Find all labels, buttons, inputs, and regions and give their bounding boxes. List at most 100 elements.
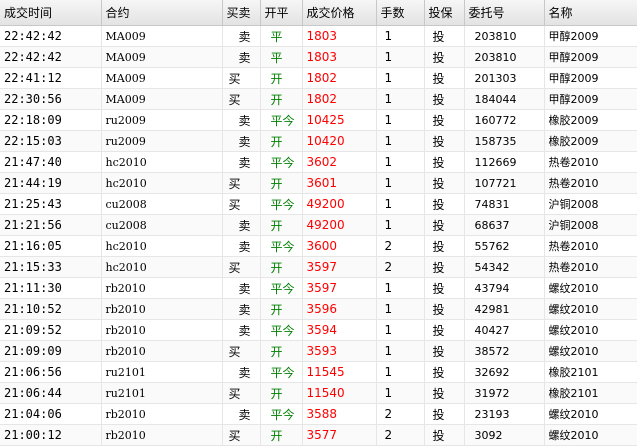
table-row[interactable]: 21:25:43 cu2008 买平今 49200 1 投 74831 沪铜2008	[0, 193, 637, 215]
cell-name: 热卷2010	[544, 235, 637, 257]
table-row[interactable]: 21:04:06 rb2010 卖平今 3588 2 投 23193 螺纹2010	[0, 403, 637, 425]
cell-contract: cu2008	[101, 214, 223, 236]
cell-hedge: 投	[424, 298, 465, 320]
cell-price: 11540	[302, 382, 377, 404]
table-row[interactable]: 22:18:09 ru2009 卖平今 10425 1 投 160772 橡胶2009	[0, 109, 637, 131]
column-header-price[interactable]: 成交价格	[302, 0, 377, 26]
cell-price: 3597	[302, 277, 377, 299]
table-row[interactable]: 21:11:30 rb2010 卖平今 3597 1 投 43794 螺纹2010	[0, 277, 637, 299]
cell-order-id: 203810	[464, 46, 545, 68]
cell-contract: ru2101	[101, 361, 223, 383]
cell-quantity: 1	[376, 382, 425, 404]
cell-quantity: 1	[376, 361, 425, 383]
cell-side: 卖	[222, 298, 261, 320]
cell-name: 甲醇2009	[544, 46, 637, 68]
column-header-order-id[interactable]: 委托号	[464, 0, 545, 26]
cell-quantity: 1	[376, 88, 425, 110]
table-row[interactable]: 21:44:19 hc2010 买开 3601 1 投 107721 热卷2010	[0, 172, 637, 194]
table-row[interactable]: 22:30:56 MA009 买开 1802 1 投 184044 甲醇2009	[0, 88, 637, 110]
cell-side: 买	[222, 424, 261, 446]
table-row[interactable]: 22:41:12 MA009 买开 1802 1 投 201303 甲醇2009	[0, 67, 637, 89]
cell-price: 3594	[302, 319, 377, 341]
cell-contract: rb2010	[101, 277, 223, 299]
column-header-open-close[interactable]: 开平	[260, 0, 303, 26]
cell-price: 10420	[302, 130, 377, 152]
cell-time: 21:06:56	[0, 361, 102, 383]
table-row[interactable]: 21:09:52 rb2010 卖平今 3594 1 投 40427 螺纹2010	[0, 319, 637, 341]
cell-time: 22:42:42	[0, 25, 102, 47]
table-row[interactable]: 21:09:09 rb2010 买开 3593 1 投 38572 螺纹2010	[0, 340, 637, 362]
cell-order-id: 201303	[464, 67, 545, 89]
cell-price: 1803	[302, 25, 377, 47]
cell-contract: ru2009	[101, 109, 223, 131]
cell-order-id: 203810	[464, 25, 545, 47]
cell-side: 卖	[222, 151, 261, 173]
cell-open-close: 开	[260, 88, 303, 110]
cell-name: 螺纹2010	[544, 277, 637, 299]
table-row[interactable]: 21:16:05 hc2010 卖平今 3600 2 投 55762 热卷2010	[0, 235, 637, 257]
cell-hedge: 投	[424, 319, 465, 341]
table-row[interactable]: 22:15:03 ru2009 卖开 10420 1 投 158735 橡胶2009	[0, 130, 637, 152]
cell-open-close: 开	[260, 172, 303, 194]
cell-side: 卖	[222, 25, 261, 47]
cell-order-id: 43794	[464, 277, 545, 299]
cell-time: 21:25:43	[0, 193, 102, 215]
cell-order-id: 158735	[464, 130, 545, 152]
table-row[interactable]: 22:42:42 MA009 卖平 1803 1 投 203810 甲醇2009	[0, 46, 637, 68]
column-header-hedge[interactable]: 投保	[424, 0, 465, 26]
cell-order-id: 55762	[464, 235, 545, 257]
table-row[interactable]: 21:21:56 cu2008 卖开 49200 1 投 68637 沪铜2008	[0, 214, 637, 236]
cell-side: 卖	[222, 403, 261, 425]
cell-side: 买	[222, 172, 261, 194]
cell-name: 橡胶2101	[544, 361, 637, 383]
column-header-name[interactable]: 名称	[544, 0, 637, 26]
column-header-side[interactable]: 买卖	[222, 0, 261, 26]
cell-hedge: 投	[424, 235, 465, 257]
table-row[interactable]: 21:15:33 hc2010 买开 3597 2 投 54342 热卷2010	[0, 256, 637, 278]
cell-name: 橡胶2009	[544, 109, 637, 131]
table-row[interactable]: 21:00:12 rb2010 买开 3577 2 投 3092 螺纹2010	[0, 424, 637, 446]
cell-quantity: 1	[376, 277, 425, 299]
cell-price: 3601	[302, 172, 377, 194]
cell-side: 卖	[222, 277, 261, 299]
column-header-contract[interactable]: 合约	[101, 0, 223, 26]
cell-price: 3602	[302, 151, 377, 173]
cell-time: 21:16:05	[0, 235, 102, 257]
cell-quantity: 1	[376, 340, 425, 362]
table-row[interactable]: 21:06:56 ru2101 卖平今 11545 1 投 32692 橡胶2101	[0, 361, 637, 383]
cell-open-close: 开	[260, 130, 303, 152]
cell-open-close: 平今	[260, 361, 303, 383]
cell-price: 3600	[302, 235, 377, 257]
table-row[interactable]: 21:06:44 ru2101 买开 11540 1 投 31972 橡胶2101	[0, 382, 637, 404]
cell-price: 3597	[302, 256, 377, 278]
cell-time: 22:42:42	[0, 46, 102, 68]
cell-order-id: 42981	[464, 298, 545, 320]
cell-name: 螺纹2010	[544, 403, 637, 425]
cell-contract: rb2010	[101, 298, 223, 320]
cell-order-id: 23193	[464, 403, 545, 425]
cell-hedge: 投	[424, 193, 465, 215]
trade-record-table: 成交时间 合约 买卖 开平 成交价格 手数 投保 委托号 名称 22:42:42…	[0, 0, 637, 446]
cell-quantity: 1	[376, 25, 425, 47]
cell-hedge: 投	[424, 340, 465, 362]
cell-order-id: 68637	[464, 214, 545, 236]
table-row[interactable]: 21:47:40 hc2010 卖平今 3602 1 投 112669 热卷2010	[0, 151, 637, 173]
cell-name: 热卷2010	[544, 172, 637, 194]
column-header-time[interactable]: 成交时间	[0, 0, 102, 26]
table-row[interactable]: 22:42:42 MA009 卖平 1803 1 投 203810 甲醇2009	[0, 25, 637, 47]
cell-time: 21:10:52	[0, 298, 102, 320]
cell-quantity: 1	[376, 298, 425, 320]
cell-time: 21:47:40	[0, 151, 102, 173]
cell-side: 买	[222, 193, 261, 215]
cell-side: 卖	[222, 109, 261, 131]
cell-hedge: 投	[424, 424, 465, 446]
column-header-quantity[interactable]: 手数	[376, 0, 425, 26]
cell-hedge: 投	[424, 25, 465, 47]
cell-side: 买	[222, 88, 261, 110]
table-row[interactable]: 21:10:52 rb2010 卖开 3596 1 投 42981 螺纹2010	[0, 298, 637, 320]
cell-contract: ru2101	[101, 382, 223, 404]
cell-open-close: 平今	[260, 277, 303, 299]
cell-contract: hc2010	[101, 151, 223, 173]
cell-name: 橡胶2101	[544, 382, 637, 404]
cell-open-close: 平今	[260, 151, 303, 173]
